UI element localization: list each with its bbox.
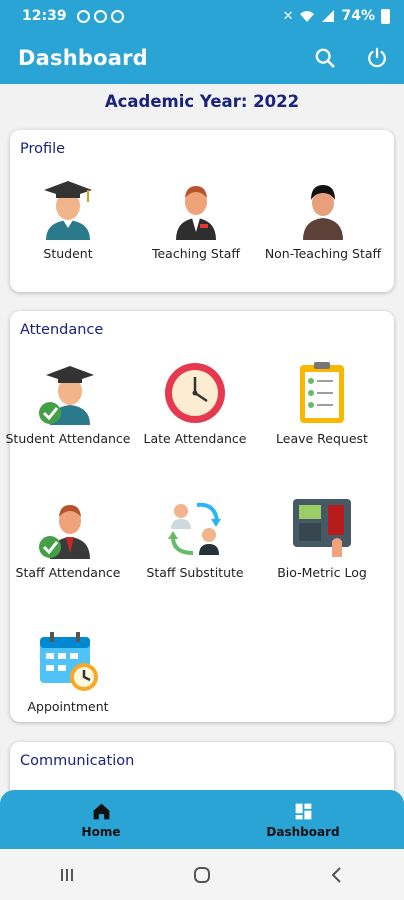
biometric-log-label: Bio-Metric Log — [277, 565, 367, 580]
profile-section-title: Profile — [20, 141, 66, 157]
teacher-icon — [176, 186, 216, 240]
student-graduate-icon — [44, 181, 92, 240]
signal-icon — [322, 10, 335, 22]
app-bar: Dashboard — [0, 32, 404, 84]
bottom-navigation: Home Dashboard — [0, 790, 404, 849]
nav-dashboard-label: Dashboard — [266, 824, 340, 839]
staff-attendance-tile[interactable]: Staff Attendance — [4, 495, 132, 581]
system-navigation-bar — [0, 849, 404, 900]
battery-percent: 74% — [341, 8, 375, 24]
wordpress-icon — [110, 9, 124, 23]
staff-substitute-tile[interactable]: Staff Substitute — [131, 495, 259, 581]
student-attendance-label: Student Attendance — [5, 431, 131, 446]
communication-section-title: Communication — [20, 753, 135, 769]
clock-icon — [165, 363, 225, 423]
student-label: Student — [43, 246, 93, 261]
nav-home-label: Home — [81, 824, 121, 839]
late-attendance-tile[interactable]: Late Attendance — [131, 361, 259, 447]
fingerprint-device-icon — [293, 499, 351, 557]
recent-apps-icon[interactable] — [57, 865, 77, 885]
staff-substitute-label: Staff Substitute — [146, 565, 244, 580]
substitute-swap-icon — [168, 502, 221, 555]
mute-icon: ✕ — [282, 8, 294, 24]
staff-person-icon — [303, 185, 343, 240]
wifi-icon — [300, 11, 315, 22]
power-icon[interactable] — [366, 47, 388, 69]
student-attendance-tile[interactable]: Student Attendance — [4, 361, 132, 447]
nav-home[interactable]: Home — [0, 790, 202, 849]
profile-card: Profile Student Teaching Staff Non-Teach… — [10, 130, 394, 292]
status-time: 12:39 — [22, 8, 67, 24]
wordpress-icon — [93, 9, 107, 23]
home-button-icon[interactable] — [192, 865, 212, 885]
staff-check-icon — [39, 505, 90, 559]
checklist-clipboard-icon — [300, 362, 344, 423]
dashboard-icon — [295, 803, 311, 819]
page-title: Dashboard — [18, 46, 148, 70]
academic-year-label: Academic Year: 2022 — [104, 92, 300, 111]
notification-icon — [76, 9, 90, 23]
attendance-section-title: Attendance — [20, 322, 104, 338]
leave-request-tile[interactable]: Leave Request — [258, 361, 386, 447]
staff-attendance-label: Staff Attendance — [15, 565, 121, 580]
calendar-clock-icon — [40, 632, 98, 691]
back-icon[interactable] — [327, 865, 347, 885]
appointment-tile[interactable]: Appointment — [4, 629, 132, 715]
home-icon — [93, 803, 109, 819]
status-bar: 12:39 ✕ 74% — [0, 0, 404, 32]
biometric-log-tile[interactable]: Bio-Metric Log — [258, 495, 386, 581]
late-attendance-label: Late Attendance — [143, 431, 247, 446]
search-icon[interactable] — [314, 47, 336, 69]
nav-dashboard[interactable]: Dashboard — [202, 790, 404, 849]
attendance-card: Attendance Student Attendance Late Atten… — [5, 311, 394, 722]
teaching-staff-label: Teaching Staff — [151, 246, 241, 261]
leave-request-label: Leave Request — [276, 431, 368, 446]
battery-icon — [381, 8, 390, 24]
student-tile[interactable]: Student — [4, 176, 132, 262]
student-check-icon — [39, 366, 94, 425]
non-teaching-staff-label: Non-Teaching Staff — [264, 246, 382, 261]
appointment-label: Appointment — [27, 699, 109, 714]
teaching-staff-tile[interactable]: Teaching Staff — [132, 176, 260, 262]
non-teaching-staff-tile[interactable]: Non-Teaching Staff — [259, 176, 387, 262]
